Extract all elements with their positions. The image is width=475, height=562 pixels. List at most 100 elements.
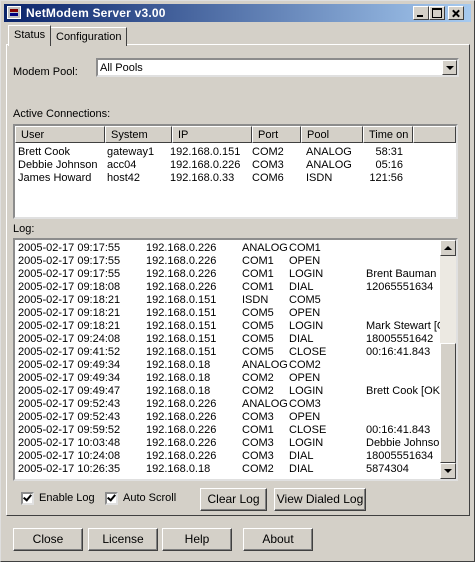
log-row[interactable]: 2005-02-17 09:24:08 192.168.0.151 COM5 DIAL…: [15, 333, 439, 346]
log-cell: COM1: [289, 242, 321, 254]
log-row[interactable]: 2005-02-17 09:17:55 192.168.0.226 ANALOG CO…: [15, 242, 439, 255]
log-cell: LOGIN: [289, 385, 324, 397]
title-bar[interactable]: NetModem Server v3.00: [4, 4, 471, 22]
scroll-up-icon[interactable]: [440, 240, 456, 256]
column-header-port[interactable]: Port: [252, 126, 301, 143]
view-dialed-log-button[interactable]: View Dialed Log: [274, 488, 366, 511]
log-cell: DIAL: [289, 333, 314, 345]
log-cell: 2005-02-17 09:17:55: [18, 255, 121, 267]
enable-log-label: Enable Log: [39, 492, 95, 504]
log-cell: OPEN: [289, 255, 321, 267]
enable-log-checkbox[interactable]: [21, 492, 34, 505]
connection-cell: 58:31: [375, 146, 403, 158]
minimize-button[interactable]: [413, 6, 429, 20]
log-list[interactable]: 2005-02-17 09:17:55 192.168.0.226 ANALOG CO…: [13, 238, 458, 481]
column-header-time-on[interactable]: Time on: [363, 126, 413, 143]
clear-log-button[interactable]: Clear Log: [200, 488, 267, 511]
connection-cell: acc04: [107, 159, 137, 171]
log-cell: CLOSE: [289, 424, 327, 436]
log-row[interactable]: 2005-02-17 10:03:48 192.168.0.226 COM3 LOGI…: [15, 437, 456, 450]
log-row[interactable]: 2005-02-17 09:17:55 192.168.0.226 COM1 LOGI…: [15, 268, 456, 281]
log-cell: COM5: [242, 346, 274, 358]
log-row[interactable]: 2005-02-17 09:41:52 192.168.0.151 COM5 CLOS…: [15, 346, 439, 359]
log-cell: 192.168.0.18: [146, 385, 211, 397]
auto-scroll-checkbox[interactable]: [105, 492, 118, 505]
active-connections-list[interactable]: User System IP Port Pool Time on Brett C…: [13, 124, 458, 219]
log-cell: 18005551642: [366, 333, 434, 345]
log-cell: 192.168.0.226: [146, 255, 217, 267]
scroll-thumb[interactable]: [440, 343, 456, 463]
tab-configuration[interactable]: Configuration: [50, 27, 128, 46]
log-cell: 192.168.0.151: [146, 307, 217, 319]
connection-row[interactable]: James Howard host42 192.168.0.33 COM6 ISDN 12…: [15, 172, 455, 185]
log-row[interactable]: 2005-02-17 09:18:21 192.168.0.151 ISDN COM5: [15, 294, 439, 307]
log-scrollbar[interactable]: [440, 240, 456, 479]
log-cell: 2005-02-17 09:59:52: [18, 424, 121, 436]
log-label: Log:: [13, 223, 35, 235]
connection-cell: COM2: [252, 146, 284, 158]
log-cell: DIAL: [289, 281, 314, 293]
log-cell: 2005-02-17 09:18:21: [18, 294, 121, 306]
active-connections-label: Active Connections:: [13, 108, 111, 120]
log-cell: 2005-02-17 09:17:55: [18, 268, 121, 280]
log-cell: 192.168.0.151: [146, 333, 217, 345]
log-row[interactable]: 2005-02-17 09:49:47 192.168.0.18 COM2 LOGIN…: [15, 385, 443, 398]
log-cell: COM5: [289, 294, 321, 306]
log-row[interactable]: 2005-02-17 09:49:34 192.168.0.18 COM2 OPEN: [15, 372, 439, 385]
log-cell: 2005-02-17 09:52:43: [18, 398, 121, 410]
log-row[interactable]: 2005-02-17 09:18:21 192.168.0.151 COM5 LOGI…: [15, 320, 456, 333]
log-cell: 192.168.0.18: [146, 359, 211, 371]
tab-status[interactable]: Status: [8, 25, 52, 46]
connection-row[interactable]: Debbie Johnson acc04 192.168.0.226 COM3 ANAL…: [15, 159, 455, 172]
log-row[interactable]: 2005-02-17 09:59:52 192.168.0.226 COM1 CLOS…: [15, 424, 439, 437]
log-cell: DIAL: [289, 463, 314, 475]
column-header-pool[interactable]: Pool: [301, 126, 363, 143]
license-button[interactable]: License: [88, 528, 158, 551]
maximize-button[interactable]: [429, 6, 445, 20]
log-cell: 192.168.0.226: [146, 411, 217, 423]
log-row[interactable]: 2005-02-17 10:24:08 192.168.0.226 COM3 DIAL…: [15, 450, 439, 463]
log-cell: 2005-02-17 09:18:21: [18, 320, 121, 332]
about-button[interactable]: About: [243, 528, 313, 551]
log-cell: COM1: [242, 281, 274, 293]
column-header-system[interactable]: System: [105, 126, 172, 143]
column-header-ip[interactable]: IP: [172, 126, 252, 143]
connection-cell: 192.168.0.226: [170, 159, 241, 171]
log-row[interactable]: 2005-02-17 09:17:55 192.168.0.226 COM1 OPEN: [15, 255, 439, 268]
window-title: NetModem Server v3.00: [26, 6, 166, 20]
log-row[interactable]: 2005-02-17 10:26:35 192.168.0.18 COM2 DIAL 5…: [15, 463, 439, 476]
log-cell: OPEN: [289, 372, 321, 384]
log-cell: COM1: [242, 255, 274, 267]
log-cell: COM2: [289, 359, 321, 371]
log-cell: 2005-02-17 09:24:08: [18, 333, 121, 345]
log-cell: COM1: [242, 268, 274, 280]
close-button[interactable]: Close: [13, 528, 83, 551]
log-cell: 192.168.0.226: [146, 268, 217, 280]
log-row[interactable]: 2005-02-17 09:18:21 192.168.0.151 COM5 OPEN: [15, 307, 439, 320]
connection-cell: ANALOG: [306, 159, 352, 171]
log-row[interactable]: 2005-02-17 09:52:43 192.168.0.226 ANALOG CO…: [15, 398, 439, 411]
log-row[interactable]: 2005-02-17 09:49:34 192.168.0.18 ANALOG COM…: [15, 359, 439, 372]
connection-cell: 05:16: [375, 159, 403, 171]
log-cell: 2005-02-17 10:03:48: [18, 437, 121, 449]
dropdown-arrow-icon[interactable]: [442, 60, 457, 75]
connection-row[interactable]: Brett Cook gateway1 192.168.0.151 COM2 ANALO…: [15, 146, 455, 159]
close-window-button[interactable]: [448, 6, 464, 20]
log-cell: 12065551634: [366, 281, 434, 293]
connection-cell: 121:56: [369, 172, 403, 184]
log-cell: 192.168.0.226: [146, 242, 217, 254]
help-button[interactable]: Help: [162, 528, 232, 551]
log-cell: 2005-02-17 10:24:08: [18, 450, 121, 462]
modem-pool-select[interactable]: All Pools: [96, 58, 459, 77]
column-header-user[interactable]: User: [15, 126, 105, 143]
log-cell: LOGIN: [289, 437, 324, 449]
log-cell: DIAL: [289, 450, 314, 462]
log-cell: 192.168.0.18: [146, 463, 211, 475]
log-cell: COM2: [242, 372, 274, 384]
log-cell: 00:16:41.843: [366, 346, 431, 358]
connection-cell: Debbie Johnson: [18, 159, 98, 171]
log-row[interactable]: 2005-02-17 09:52:43 192.168.0.226 COM3 OPEN: [15, 411, 439, 424]
scroll-down-icon[interactable]: [440, 463, 456, 479]
log-row[interactable]: 2005-02-17 09:18:08 192.168.0.226 COM1 DIAL…: [15, 281, 439, 294]
log-cell: 192.168.0.226: [146, 450, 217, 462]
